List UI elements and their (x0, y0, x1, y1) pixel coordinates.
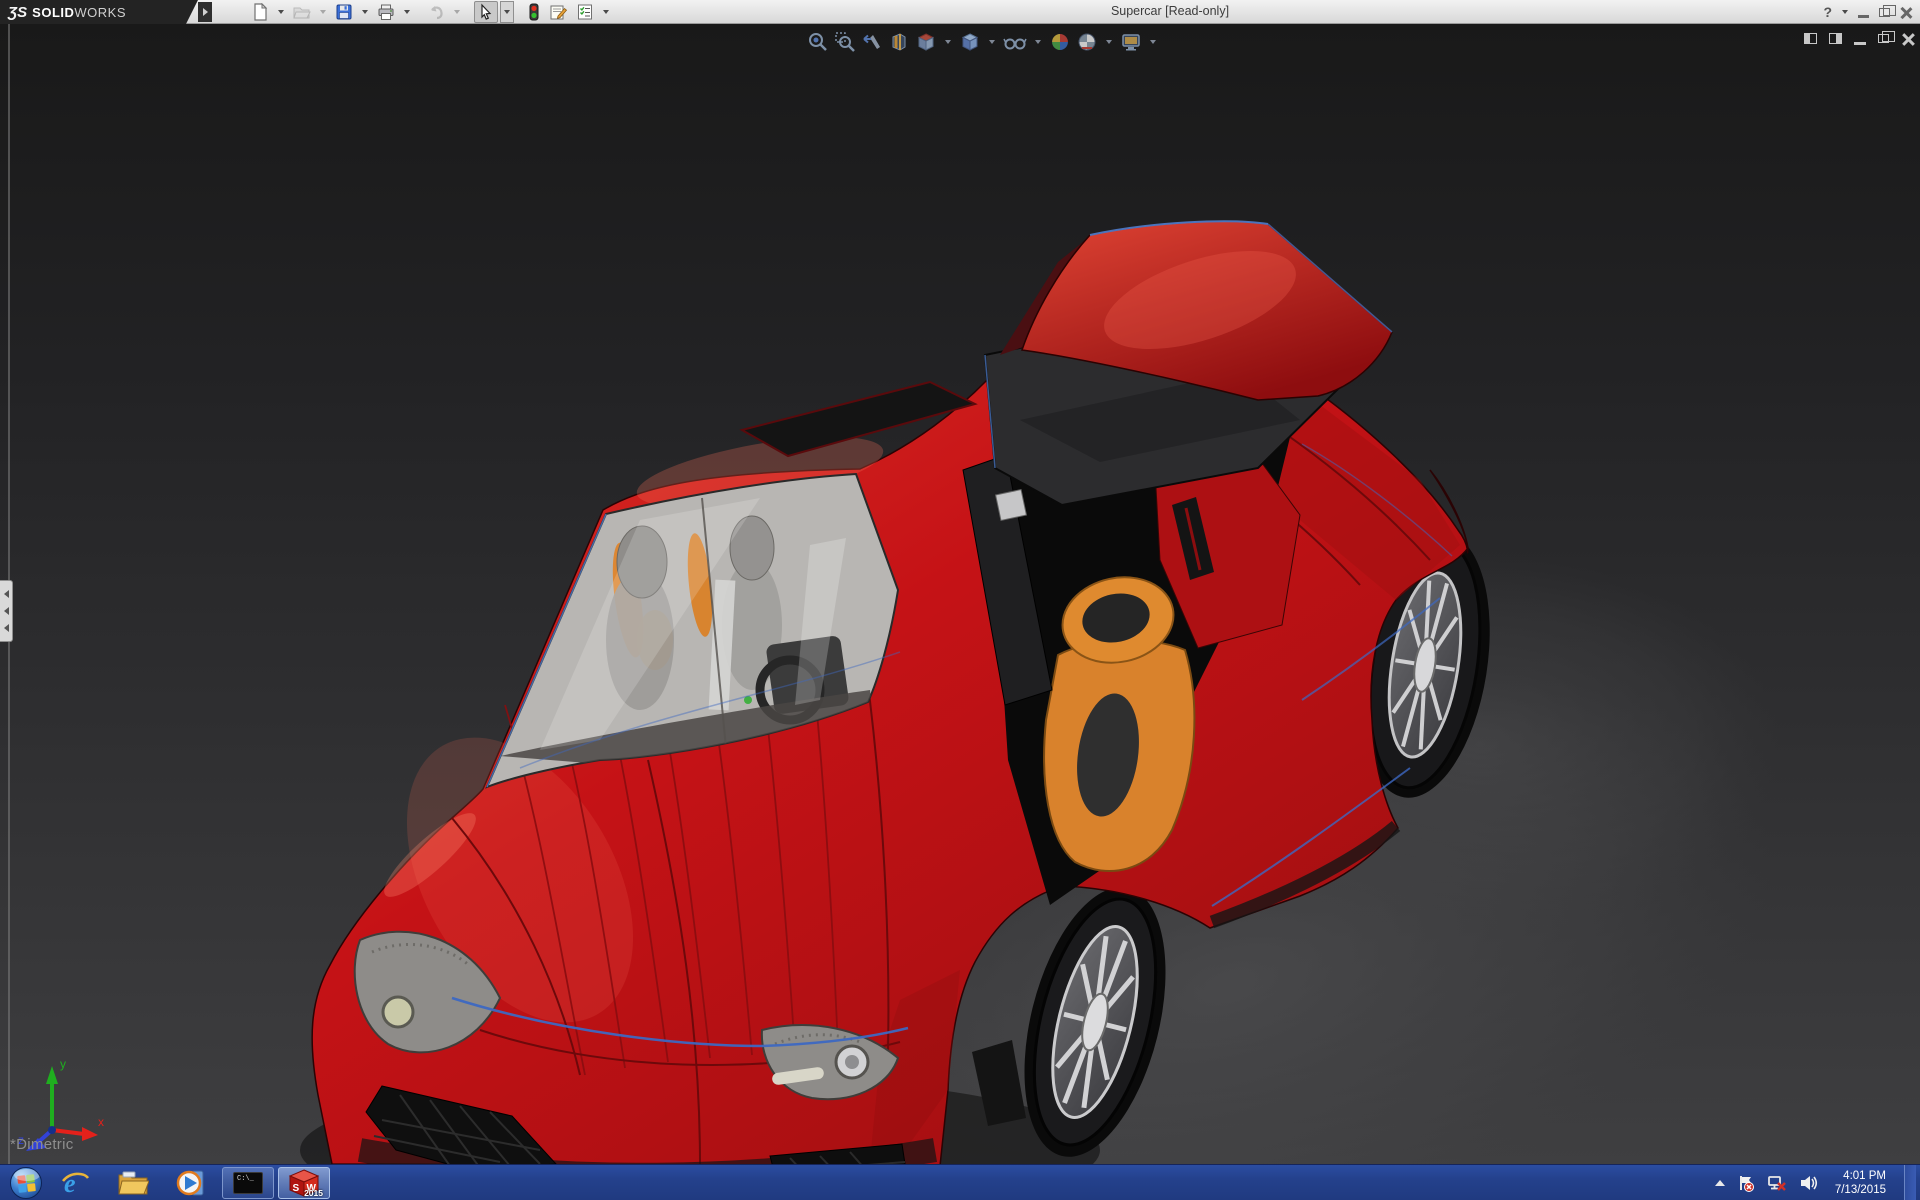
zoom-to-fit-icon (809, 33, 827, 51)
command-prompt-icon: C:\_ (233, 1171, 263, 1194)
display-style-icon (961, 33, 979, 51)
system-tray: 4:01 PM 7/13/2015 (1714, 1164, 1920, 1200)
apply-scene-dropdown[interactable] (1106, 40, 1112, 44)
print-dropdown[interactable] (400, 1, 414, 23)
taskbar-internet-explorer[interactable]: e (46, 1165, 104, 1200)
view-orientation-dropdown[interactable] (945, 40, 951, 44)
hide-show-items-dropdown[interactable] (1035, 40, 1041, 44)
select-dropdown[interactable] (500, 1, 514, 23)
headsup-view-toolbar (806, 30, 1160, 54)
print-icon (378, 4, 394, 20)
window-title: Supercar [Read-only] (1110, 4, 1230, 18)
minimize-button[interactable] (1858, 14, 1869, 18)
rebuild-trafficlight-icon (529, 3, 539, 21)
interior-seat (1043, 576, 1196, 873)
view-orientation-label: *Dimetric (10, 1136, 74, 1153)
help-dropdown[interactable] (1842, 10, 1848, 14)
close-button[interactable] (1900, 6, 1912, 18)
3d-model-supercar[interactable] (0, 24, 1920, 1164)
standard-toolbar (248, 0, 613, 24)
windows-taskbar: e C:\_ S W 2015 4:01 PM 7/13/2015 (0, 1164, 1920, 1200)
apply-scene-icon (1078, 33, 1096, 51)
options-dropdown[interactable] (599, 1, 613, 23)
solidworks-window: ƷS SOLID WORKS Supercar [Read-only] ? y … (0, 0, 1920, 1200)
featuremanager-collapsed-tab[interactable] (0, 580, 13, 642)
previous-view-button[interactable] (860, 30, 884, 54)
doc-minimize-button[interactable] (1854, 41, 1866, 45)
display-style-button[interactable] (958, 30, 982, 54)
options-checklist-icon (578, 4, 592, 20)
undo-button[interactable] (424, 1, 448, 23)
solidworks-2015-icon: S W 2015 (287, 1168, 323, 1198)
save-button[interactable] (332, 1, 356, 23)
media-player-icon (176, 1170, 204, 1195)
select-button[interactable] (474, 1, 498, 23)
section-view-button[interactable] (887, 30, 911, 54)
taskbar-solidworks-2015[interactable]: S W 2015 (278, 1166, 330, 1199)
svg-text:y: y (60, 1057, 66, 1071)
view-settings-icon (1122, 34, 1140, 51)
view-orientation-icon (917, 33, 935, 51)
edit-appearance-button[interactable] (1048, 30, 1072, 54)
taskbar-clock[interactable]: 4:01 PM 7/13/2015 (1835, 1169, 1886, 1197)
new-document-icon (254, 3, 268, 21)
hide-show-items-button[interactable] (1002, 30, 1028, 54)
show-desktop-button[interactable] (1904, 1164, 1916, 1200)
menu-flyout-arrow[interactable] (198, 2, 212, 22)
doc-close-button[interactable] (1901, 32, 1914, 45)
pane-toggle-left-icon[interactable] (1804, 33, 1817, 44)
display-style-dropdown[interactable] (989, 40, 995, 44)
show-hidden-icons-button[interactable] (1714, 1179, 1725, 1186)
undo-dropdown[interactable] (450, 1, 464, 23)
previous-view-icon (863, 34, 880, 49)
solidworks-logo: ƷS SOLID WORKS (0, 0, 198, 24)
titlebar: ƷS SOLID WORKS Supercar [Read-only] ? (0, 0, 1920, 24)
clock-date: 7/13/2015 (1834, 1183, 1886, 1196)
undo-icon (431, 6, 443, 20)
rebuild-button[interactable] (524, 1, 544, 23)
doc-restore-button[interactable] (1878, 31, 1895, 43)
file-explorer-icon (118, 1171, 149, 1194)
pane-toggle-right-icon[interactable] (1829, 33, 1842, 44)
svg-text:x: x (98, 1115, 104, 1129)
new-document-dropdown[interactable] (274, 1, 288, 23)
taskbar-file-explorer[interactable] (104, 1165, 162, 1200)
windows-logo-icon (10, 1166, 42, 1199)
logo-3ds-glyph: ƷS (8, 3, 28, 21)
section-view-icon (892, 33, 906, 51)
volume-icon[interactable] (1799, 1174, 1819, 1192)
edit-appearance-icon (1052, 34, 1068, 50)
save-dropdown[interactable] (358, 1, 372, 23)
internet-explorer-icon: e (62, 1169, 90, 1198)
svg-text:S: S (293, 1183, 300, 1194)
clock-time: 4:01 PM (1843, 1169, 1886, 1182)
file-properties-icon (550, 5, 568, 20)
select-cursor-icon (481, 3, 492, 20)
new-document-button[interactable] (248, 1, 272, 23)
open-button[interactable] (290, 1, 314, 23)
zoom-to-area-button[interactable] (833, 30, 857, 54)
apply-scene-button[interactable] (1075, 30, 1099, 54)
options-button[interactable] (573, 1, 597, 23)
taskbar-media-player[interactable] (162, 1165, 220, 1200)
view-settings-dropdown[interactable] (1150, 40, 1156, 44)
open-folder-icon (293, 7, 311, 19)
print-button[interactable] (374, 1, 398, 23)
start-button[interactable] (6, 1165, 46, 1200)
action-center-flag-icon[interactable] (1737, 1174, 1755, 1192)
taskbar-command-prompt[interactable]: C:\_ (222, 1166, 274, 1199)
network-error-icon[interactable] (1767, 1174, 1787, 1192)
view-settings-button[interactable] (1119, 30, 1143, 54)
hide-show-items-icon (1003, 38, 1027, 50)
restore-button[interactable] (1879, 4, 1896, 17)
help-button[interactable]: ? (1823, 4, 1832, 20)
graphics-viewport[interactable]: y x z *Dimetric (0, 24, 1920, 1164)
save-floppy-icon (336, 4, 352, 20)
document-window-controls (1804, 31, 1914, 45)
file-properties-button[interactable] (546, 1, 571, 23)
zoom-to-fit-button[interactable] (806, 30, 830, 54)
open-dropdown[interactable] (316, 1, 330, 23)
zoom-to-area-icon (835, 32, 855, 52)
view-orientation-button[interactable] (914, 30, 938, 54)
